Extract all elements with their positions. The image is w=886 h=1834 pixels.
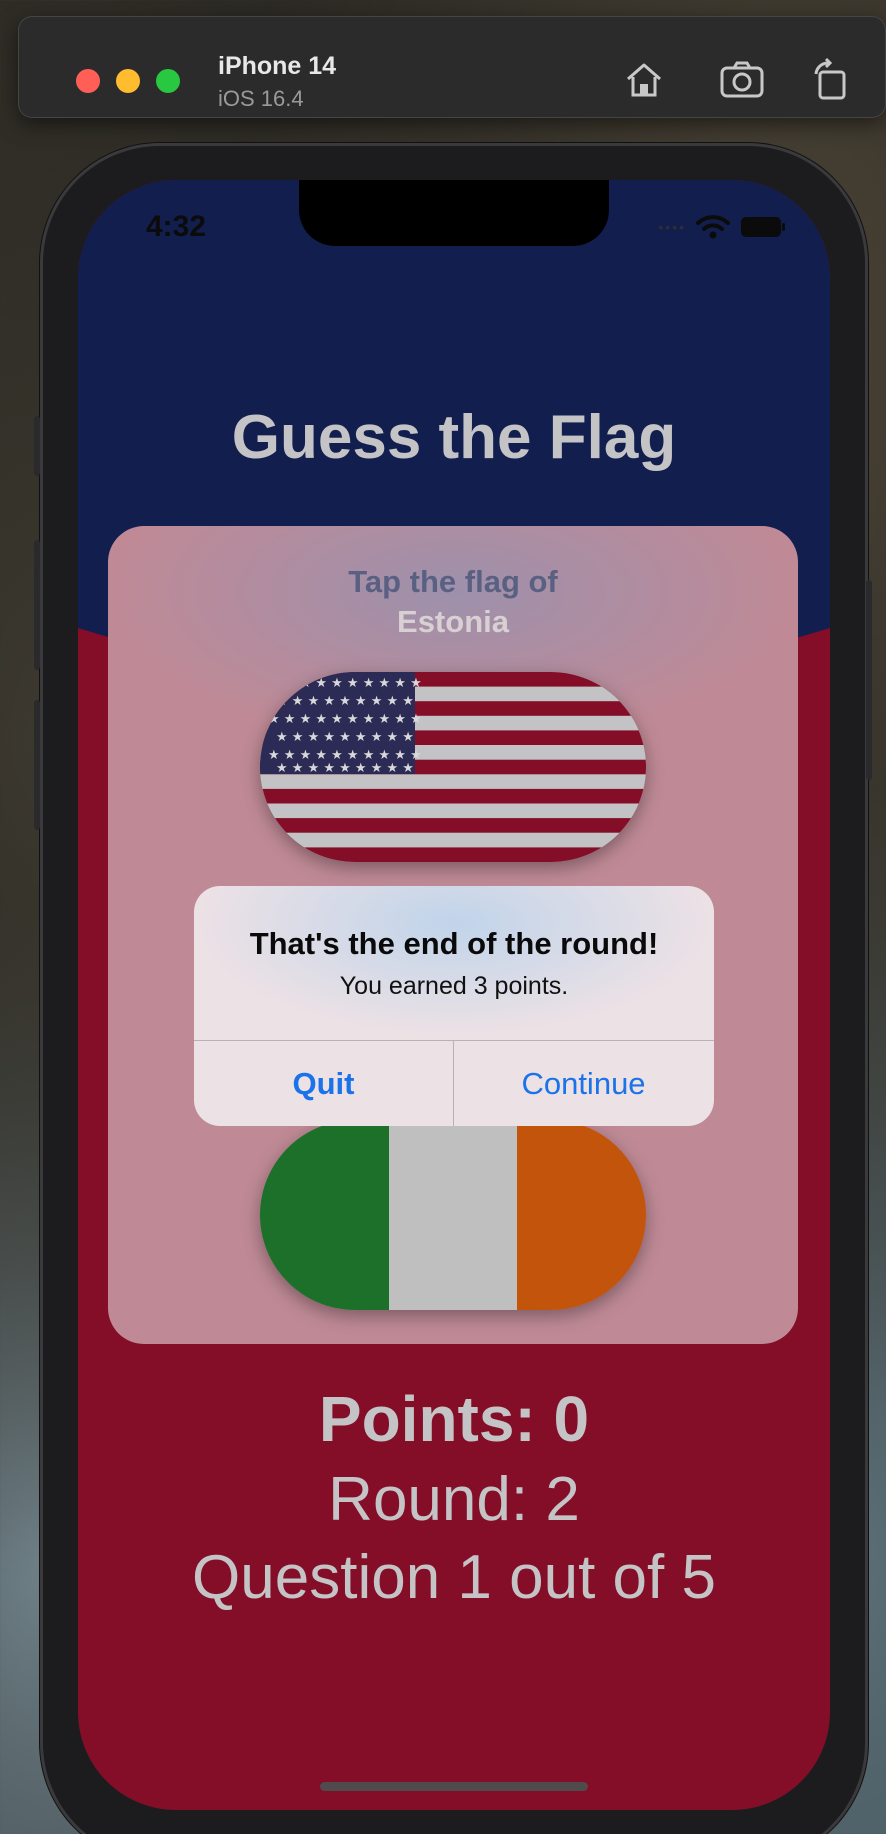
power-button: [866, 580, 872, 780]
simulator-toolbar: iPhone 14 iOS 16.4: [18, 16, 886, 118]
volume-up-button: [34, 540, 40, 670]
wifi-icon: [696, 215, 730, 239]
minimize-window-button[interactable]: [116, 69, 140, 93]
close-window-button[interactable]: [76, 69, 100, 93]
battery-icon: [741, 217, 785, 237]
svg-text:★ ★ ★ ★ ★ ★ ★ ★ ★: ★ ★ ★ ★ ★ ★ ★ ★ ★: [276, 761, 414, 776]
home-indicator[interactable]: [320, 1782, 588, 1791]
svg-text:★ ★ ★ ★ ★ ★ ★ ★ ★: ★ ★ ★ ★ ★ ★ ★ ★ ★: [276, 730, 414, 745]
side-button: [34, 416, 40, 476]
status-icons: ••••: [658, 214, 786, 240]
simulator-os-version: iOS 16.4: [218, 86, 304, 111]
ireland-flag-orange-band: [517, 1120, 646, 1310]
quit-button[interactable]: Quit: [194, 1041, 453, 1126]
notch: [299, 180, 609, 246]
points-label: Points: 0: [318, 1383, 590, 1455]
phone-screen: 4:32 •••• Guess the Flag Tap the flag of…: [78, 180, 830, 1810]
end-of-round-alert: That's the end of the round! You earned …: [194, 886, 714, 1126]
flag-button-ireland[interactable]: [260, 1120, 646, 1310]
round-label: Round: 2: [328, 1465, 580, 1534]
home-icon[interactable]: [622, 58, 666, 102]
us-flag-icon: ★ ★ ★ ★ ★ ★ ★ ★ ★ ★ ★ ★ ★ ★ ★ ★ ★ ★ ★ ★ …: [260, 672, 646, 862]
flag-button-us[interactable]: ★ ★ ★ ★ ★ ★ ★ ★ ★ ★ ★ ★ ★ ★ ★ ★ ★ ★ ★ ★ …: [260, 672, 646, 862]
ireland-flag-green-band: [260, 1120, 389, 1310]
zoom-window-button[interactable]: [156, 69, 180, 93]
alert-message: You earned 3 points.: [339, 972, 569, 1000]
ireland-flag-white-band: [388, 1120, 518, 1310]
ireland-flag-icon: [260, 1120, 646, 1310]
screenshot-icon[interactable]: [720, 58, 764, 102]
svg-text:★ ★ ★ ★ ★ ★ ★ ★ ★ ★: ★ ★ ★ ★ ★ ★ ★ ★ ★ ★: [268, 712, 422, 727]
question-counter: Question 1 out of 5: [192, 1543, 716, 1612]
svg-text:★ ★ ★ ★ ★ ★ ★ ★ ★: ★ ★ ★ ★ ★ ★ ★ ★ ★: [276, 694, 414, 709]
volume-down-button: [34, 700, 40, 830]
simulator-device-name: iPhone 14: [218, 52, 337, 80]
continue-button[interactable]: Continue: [454, 1041, 713, 1126]
prompt-label: Tap the flag of: [348, 564, 558, 599]
alert-title: That's the end of the round!: [249, 926, 659, 961]
status-time: 4:32: [146, 210, 207, 243]
signal-dots-icon: ••••: [658, 219, 686, 235]
prompt-country: Estonia: [397, 604, 509, 639]
app-title: Guess the Flag: [231, 403, 677, 472]
rotate-icon[interactable]: [810, 58, 854, 102]
